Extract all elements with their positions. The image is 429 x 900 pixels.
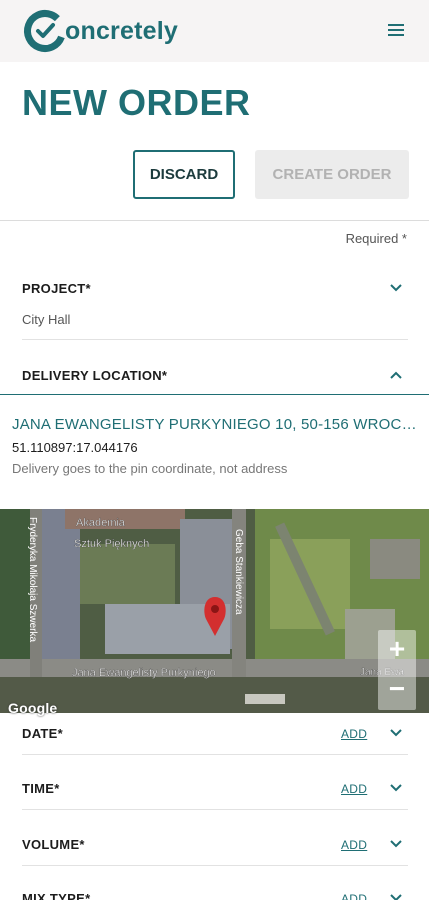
map-street-label: Fryderyka Mikołaja Szwerka <box>27 517 38 642</box>
map-satellite-view: Akademia Sztuk Pięknych Jana Ewangelisty… <box>0 509 429 713</box>
page-title: NEW ORDER <box>22 82 251 123</box>
zoom-out-button[interactable]: − <box>378 670 416 708</box>
check-circle-logo-icon <box>24 10 66 52</box>
delivery-address[interactable]: JANA EWANGELISTY PURKYNIEGO 10, 50-156 W… <box>12 416 417 433</box>
mix-type-label: MIX TYPE* <box>22 891 91 900</box>
map-poi-label: Akademia <box>76 517 126 529</box>
delivery-note: Delivery goes to the pin coordinate, not… <box>12 461 288 476</box>
volume-label: VOLUME* <box>22 837 85 852</box>
zoom-in-button[interactable]: + <box>378 630 416 668</box>
chevron-down-icon[interactable] <box>389 283 403 293</box>
project-value[interactable]: City Hall <box>22 312 70 327</box>
hamburger-menu-icon[interactable] <box>388 24 410 40</box>
divider <box>0 220 429 221</box>
project-label: PROJECT* <box>22 281 91 296</box>
create-order-button[interactable]: CREATE ORDER <box>255 150 409 199</box>
time-add-link[interactable]: ADD <box>341 782 367 796</box>
date-label: DATE* <box>22 726 63 741</box>
map-street-label: Geba Stankiewicza <box>233 529 244 615</box>
divider <box>22 339 408 340</box>
delivery-map[interactable]: Akademia Sztuk Pięknych Jana Ewangelisty… <box>0 509 429 713</box>
divider <box>22 809 408 810</box>
brand-logo[interactable]: oncretely <box>22 8 178 54</box>
divider <box>22 865 408 866</box>
required-note: Required * <box>345 231 407 246</box>
chevron-down-icon[interactable] <box>389 783 403 793</box>
discard-button[interactable]: DISCARD <box>133 150 235 199</box>
chevron-down-icon[interactable] <box>389 893 403 900</box>
delivery-coordinates: 51.110897:17.044176 <box>12 440 138 455</box>
volume-add-link[interactable]: ADD <box>341 838 367 852</box>
chevron-up-icon[interactable] <box>389 370 403 380</box>
app-header: oncretely <box>0 0 429 62</box>
map-street-label: Jana Ewangelisty Purkyniego <box>72 667 216 679</box>
chevron-down-icon[interactable] <box>389 839 403 849</box>
divider <box>22 754 408 755</box>
map-poi-label: Sztuk Pięknych <box>74 538 149 550</box>
brand-name: oncretely <box>65 16 178 45</box>
date-add-link[interactable]: ADD <box>341 727 367 741</box>
mix-type-add-link[interactable]: ADD <box>341 892 367 900</box>
delivery-location-label: DELIVERY LOCATION* <box>22 368 168 383</box>
chevron-down-icon[interactable] <box>389 728 403 738</box>
time-label: TIME* <box>22 781 60 796</box>
google-attribution: Google <box>8 700 58 716</box>
divider <box>0 394 429 395</box>
map-zoom-control: + − <box>378 630 416 710</box>
